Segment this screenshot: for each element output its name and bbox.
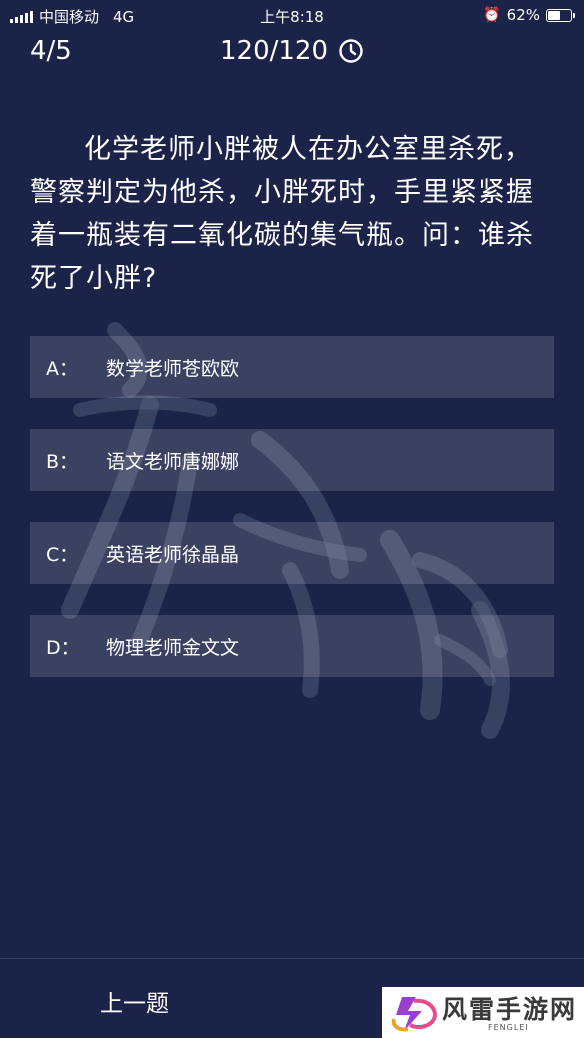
option-d[interactable]: D： 物理老师金文文 xyxy=(30,615,554,677)
logo-subtitle: FENGLEI xyxy=(488,1023,529,1032)
option-c[interactable]: C： 英语老师徐晶晶 xyxy=(30,522,554,584)
alarm-icon: ⏰ xyxy=(483,7,501,23)
logo-mark-icon xyxy=(391,996,437,1031)
battery-percent: 62% xyxy=(506,6,540,24)
option-a[interactable]: A： 数学老师苍欧欧 xyxy=(30,336,554,398)
logo-text: 风雷手游网 xyxy=(442,995,578,1024)
option-key: A： xyxy=(46,357,78,380)
status-bar: 中国移动 4G 上午8:18 ⏰ 62% xyxy=(0,0,584,30)
option-b[interactable]: B： 语文老师唐娜娜 xyxy=(30,429,554,491)
option-text: 物理老师金文文 xyxy=(106,636,240,659)
option-key: D： xyxy=(46,636,80,659)
question-text: 化学老师小胖被人在办公室里杀死，警察判定为他杀，小胖死时，手里紧紧握着一瓶装有二… xyxy=(30,134,534,294)
option-text: 语文老师唐娜娜 xyxy=(106,450,240,473)
quiz-header: 4/5 120/120 xyxy=(0,32,584,76)
battery-icon xyxy=(546,8,575,22)
footer-divider xyxy=(0,958,584,959)
site-logo: 风雷手游网 FENGLEI xyxy=(382,987,584,1038)
option-key: B： xyxy=(46,450,79,473)
option-text: 英语老师徐晶晶 xyxy=(106,543,240,566)
clock-icon xyxy=(339,39,363,63)
status-right: ⏰ 62% xyxy=(483,6,575,24)
timer: 120/120 xyxy=(0,36,584,66)
previous-question-button[interactable]: 上一题 xyxy=(100,984,169,1018)
timer-value: 120/120 xyxy=(219,36,328,66)
option-text: 数学老师苍欧欧 xyxy=(106,357,240,380)
option-key: C： xyxy=(46,543,79,566)
